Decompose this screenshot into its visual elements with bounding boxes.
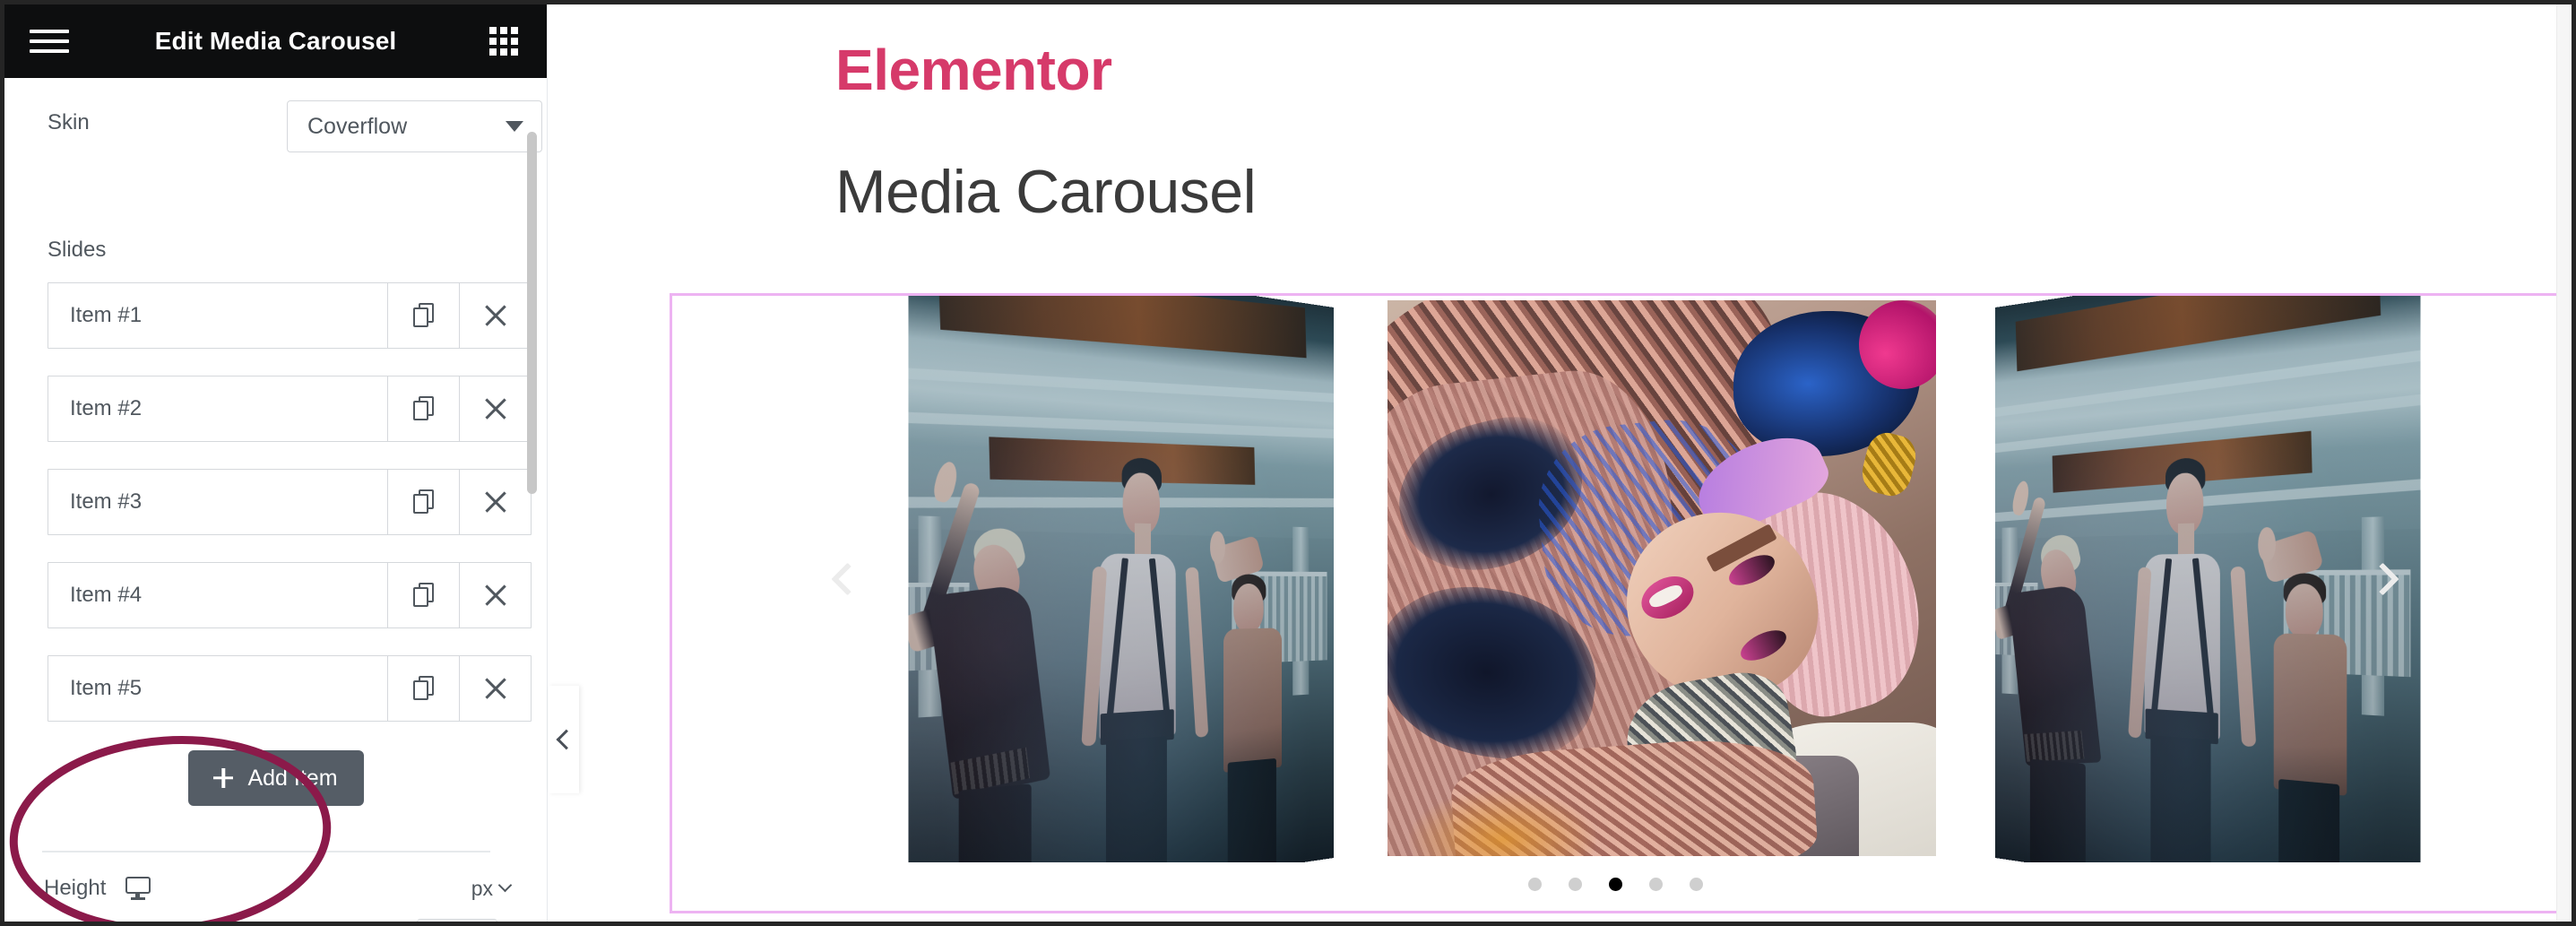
desktop-monitor-icon[interactable] (125, 877, 151, 900)
height-control-row: Height px (4, 867, 548, 910)
duplicate-icon[interactable] (387, 563, 459, 627)
hamburger-menu-icon[interactable] (30, 23, 69, 59)
pagination-dot[interactable] (1648, 878, 1663, 891)
panel-header: Edit Media Carousel (4, 4, 547, 78)
height-unit-label: px (471, 876, 493, 900)
slide-item-label[interactable]: Item #2 (48, 376, 387, 441)
caret-down-icon (506, 121, 523, 132)
pagination-dot[interactable] (1527, 878, 1542, 891)
chevron-left-icon[interactable] (821, 555, 869, 603)
table-row[interactable]: Item #1 (48, 282, 532, 349)
carousel-pagination (672, 878, 2558, 891)
carousel-stage (672, 296, 2558, 862)
elementor-editor-panel: Edit Media Carousel Skin Coverflow Slide… (4, 4, 548, 922)
chevron-left-icon (556, 729, 577, 750)
add-item-label: Add Item (247, 765, 338, 791)
table-row[interactable]: Item #5 (48, 655, 532, 722)
skin-select-value: Coverflow (307, 113, 408, 139)
slide-image-hall (908, 296, 1334, 862)
media-carousel-widget[interactable] (670, 293, 2561, 913)
skin-select[interactable]: Coverflow (287, 100, 542, 152)
panel-scrollbar-thumb[interactable] (527, 132, 537, 494)
close-icon[interactable] (459, 376, 531, 441)
slide-item-label[interactable]: Item #4 (48, 563, 387, 627)
chevron-right-icon[interactable] (2361, 555, 2409, 603)
panel-collapse-toggle[interactable] (549, 686, 579, 793)
section-divider (42, 851, 490, 852)
skin-control-row: Skin Coverflow (4, 98, 548, 152)
add-item-button[interactable]: Add Item (187, 750, 364, 806)
slide-image-portrait (1387, 300, 1936, 856)
editor-window: Edit Media Carousel Skin Coverflow Slide… (0, 0, 2576, 926)
plus-icon (213, 768, 233, 788)
duplicate-icon[interactable] (387, 656, 459, 721)
page-preview: Elementor Media Carousel (549, 4, 2572, 922)
duplicate-icon[interactable] (387, 283, 459, 348)
duplicate-icon[interactable] (387, 376, 459, 441)
slide-image-hall (1995, 296, 2421, 862)
table-row[interactable]: Item #3 (48, 469, 532, 535)
height-slider-row: 342 (4, 917, 548, 922)
slides-label: Slides (48, 238, 107, 262)
table-row[interactable]: Item #4 (48, 562, 532, 628)
slide-item-label[interactable]: Item #3 (48, 470, 387, 534)
carousel-slide-next[interactable] (1995, 296, 2421, 862)
preview-scrollbar[interactable] (2556, 4, 2572, 922)
close-icon[interactable] (459, 283, 531, 348)
close-icon[interactable] (459, 563, 531, 627)
pagination-dot[interactable] (1568, 878, 1582, 891)
height-value-input[interactable]: 342 (417, 919, 497, 922)
panel-scrollbar[interactable] (527, 78, 544, 922)
height-label: Height (44, 876, 107, 900)
slides-repeater: Item #1 Item #2 Item #3 Item #4 Item #5 (48, 282, 532, 749)
chevron-down-icon (497, 878, 513, 892)
page-title: Media Carousel (835, 158, 1257, 226)
panel-title: Edit Media Carousel (154, 27, 397, 55)
panel-body: Skin Coverflow Slides Item #1 Item #2 It… (4, 78, 547, 922)
brand-heading: Elementor (835, 38, 1112, 102)
carousel-slide-active[interactable] (1387, 300, 1936, 856)
height-unit-selector[interactable]: px (471, 876, 513, 901)
close-icon[interactable] (459, 470, 531, 534)
close-icon[interactable] (459, 656, 531, 721)
slide-item-label[interactable]: Item #1 (48, 283, 387, 348)
slide-item-label[interactable]: Item #5 (48, 656, 387, 721)
pagination-dot-active[interactable] (1608, 878, 1622, 891)
skin-label: Skin (48, 110, 90, 134)
duplicate-icon[interactable] (387, 470, 459, 534)
carousel-slide-prev[interactable] (908, 296, 1334, 862)
pagination-dot[interactable] (1689, 878, 1703, 891)
table-row[interactable]: Item #2 (48, 376, 532, 442)
apps-grid-icon[interactable] (489, 27, 518, 56)
